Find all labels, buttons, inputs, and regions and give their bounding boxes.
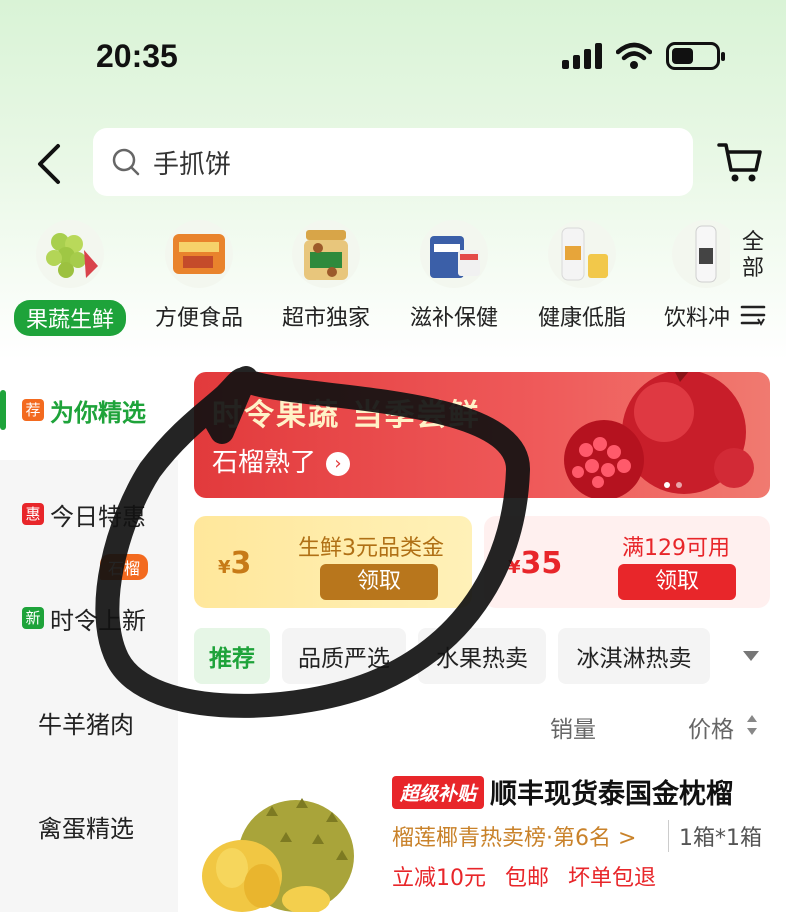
sidebar-item-label: 为你精选 [50, 398, 146, 427]
coupon-amount-value: 35 [520, 546, 563, 581]
grapes-image [36, 220, 104, 288]
sidebar-item-label: 时令上新 [50, 606, 146, 635]
category-label: 饮料冲 [664, 306, 730, 331]
durian-image [202, 798, 354, 912]
sidebar-item-featured[interactable]: 荐 为你精选 [0, 360, 178, 460]
search-text: 手抓饼 [153, 149, 232, 180]
back-arrow-icon[interactable] [30, 140, 70, 188]
sidebar-badge: 石榴 [100, 554, 149, 580]
sort-price[interactable]: 价格 [688, 710, 734, 744]
wifi-icon [616, 42, 652, 69]
sort-sales[interactable]: 销量 [550, 710, 596, 744]
promo-tag: 立减10元 [392, 866, 486, 891]
product-promos: 立减10元 包邮 坏单包退 [392, 860, 668, 892]
menu-icon[interactable] [740, 303, 766, 327]
cart-icon[interactable] [716, 140, 764, 184]
category-label: 果蔬生鲜 [13, 300, 126, 336]
coupon-amount: ¥3 [218, 546, 251, 581]
chevron-right-icon: › [326, 451, 351, 476]
search-icon [112, 148, 140, 176]
claim-coupon-button[interactable]: 领取 [618, 564, 736, 600]
banner-title: 时令果蔬 当季尝鲜 [212, 398, 481, 433]
coupon-card: ¥3 生鲜3元品类金 领取 [194, 516, 472, 608]
sidebar-item-deals[interactable]: 惠 今日特惠 [0, 464, 178, 564]
banner-subtitle-text: 石榴熟了 [212, 448, 317, 478]
signal-icon [562, 43, 602, 69]
tab-fruit[interactable]: 水果热卖 [418, 628, 546, 684]
coupon-amount: ¥35 [508, 546, 562, 581]
sidebar-tag: 新 [22, 607, 44, 629]
search-input[interactable]: 手抓饼 [93, 128, 693, 196]
promo-banner[interactable]: 时令果蔬 当季尝鲜 石榴熟了 › [194, 372, 770, 498]
sidebar-tag: 荐 [22, 399, 44, 421]
sidebar-tag: 惠 [22, 503, 44, 525]
product-badge: 超级补贴 [392, 776, 485, 809]
sidebar: 荐 为你精选 惠 今日特惠 石榴 新 时令上新 牛羊猪肉 禽蛋精选 [0, 360, 178, 912]
category-item[interactable]: 方便食品 [139, 220, 259, 332]
supplement-image [420, 220, 488, 288]
tab-icecream[interactable]: 冰淇淋热卖 [558, 628, 710, 684]
sidebar-item-meat[interactable]: 牛羊猪肉 [0, 672, 178, 772]
product-rank-link[interactable]: 榴莲椰青热卖榜·第6名 > [392, 820, 636, 852]
healthy-drink-image [548, 220, 616, 288]
battery-icon [666, 42, 725, 70]
coupon-desc: 满129可用 [622, 536, 730, 561]
coupon-desc: 生鲜3元品类金 [298, 536, 444, 561]
coupon-card: ¥35 满129可用 领取 [484, 516, 770, 608]
instant-food-image [165, 220, 233, 288]
category-item[interactable]: 健康低脂 [522, 220, 642, 332]
promo-tag: 包邮 [505, 866, 550, 891]
sidebar-item-label: 禽蛋精选 [38, 814, 134, 843]
coupon-amount-value: 3 [230, 546, 252, 581]
chevron-down-icon[interactable] [742, 650, 760, 662]
category-item[interactable]: 超市独家 [266, 220, 386, 332]
tab-recommend[interactable]: 推荐 [194, 628, 270, 684]
beverage-image [672, 220, 730, 288]
claim-coupon-button[interactable]: 领取 [320, 564, 438, 600]
product-title[interactable]: 顺丰现货泰国金枕榴 [490, 772, 733, 811]
sort-arrows-icon [747, 715, 757, 735]
category-row: 果蔬生鲜 方便食品 超市独家 滋补保健 健康低脂 饮料冲 全部 [0, 220, 786, 340]
status-time: 20:35 [96, 38, 178, 74]
category-label: 方便食品 [154, 306, 243, 331]
sidebar-item-label: 牛羊猪肉 [38, 710, 134, 739]
tab-quality[interactable]: 品质严选 [282, 628, 406, 684]
category-item[interactable]: 果蔬生鲜 [10, 220, 130, 336]
carousel-dots [664, 482, 682, 488]
category-item[interactable]: 饮料冲 [650, 220, 730, 332]
sidebar-item-label: 今日特惠 [50, 502, 146, 531]
banner-subtitle: 石榴熟了 › [212, 442, 351, 479]
status-icons [562, 42, 725, 70]
category-label: 健康低脂 [537, 306, 626, 331]
promo-tag: 坏单包退 [568, 866, 657, 891]
category-label: 滋补保健 [409, 306, 498, 331]
category-item[interactable]: 滋补保健 [394, 220, 514, 332]
sidebar-item-poultry[interactable]: 禽蛋精选 [0, 776, 178, 876]
sidebar-item-new[interactable]: 石榴 新 时令上新 [0, 554, 178, 668]
product-spec: 1箱*1箱 [668, 820, 762, 852]
pomegranate-image [564, 372, 754, 498]
coupon-currency: ¥ [508, 557, 521, 578]
category-label: 超市独家 [281, 306, 370, 331]
coupon-currency: ¥ [218, 557, 231, 578]
category-all-button[interactable]: 全部 [738, 230, 768, 282]
snack-jar-image [292, 220, 360, 288]
